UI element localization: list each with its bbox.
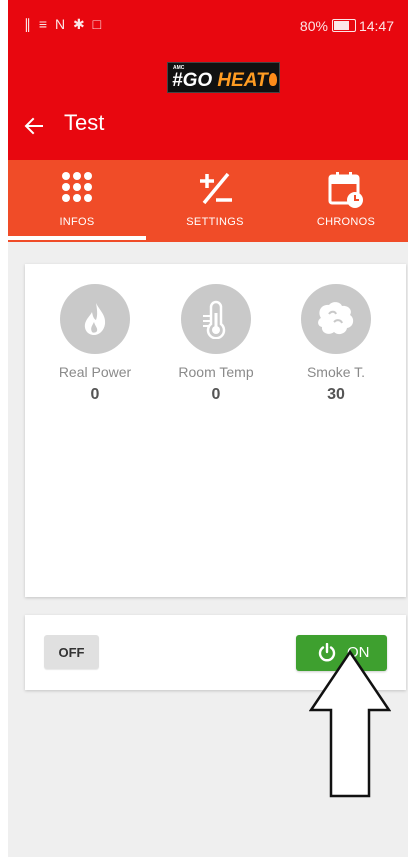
metric-label: Room Temp [178, 364, 254, 380]
plus-minus-icon [200, 172, 232, 205]
up-arrow-annotation [309, 650, 391, 798]
metric-real-power: Real Power 0 [35, 284, 155, 404]
tab-settings-label: SETTINGS [186, 216, 244, 228]
status-right: 80% 14:47 [300, 18, 394, 34]
app-screen: ∥ ≡ N ✱ □ 80% 14:47 AMC #GO HEAT Test INF… [8, 0, 408, 857]
brand-logo: AMC #GO HEAT [167, 62, 280, 93]
toolbar: Test [8, 106, 408, 152]
logo-text-prefix: #GO [172, 70, 218, 91]
metric-circle [301, 284, 371, 354]
battery-percent: 80% [299, 18, 328, 34]
metric-label: Real Power [58, 364, 132, 380]
logo-flame-icon [268, 73, 277, 86]
logo-text: #GO HEAT [172, 71, 277, 91]
metric-label: Smoke T. [306, 364, 366, 380]
metric-smoke-temp: Smoke T. 30 [276, 284, 396, 404]
app-header: ∥ ≡ N ✱ □ 80% 14:47 AMC #GO HEAT Test [8, 0, 408, 160]
tab-infos-label: INFOS [59, 216, 95, 228]
tab-chronos[interactable]: CHRONOS [284, 160, 408, 242]
back-arrow-icon[interactable] [22, 114, 46, 138]
metric-value: 30 [327, 386, 345, 403]
grid-dots-icon [62, 172, 92, 202]
metric-room-temp: Room Temp 0 [156, 284, 276, 404]
status-time: 14:47 [358, 18, 394, 34]
calendar-clock-icon [328, 172, 363, 208]
metric-circle [181, 284, 251, 354]
smoke-icon [318, 302, 354, 335]
tab-infos[interactable]: INFOS [8, 160, 146, 242]
status-icons: ∥ ≡ N ✱ □ [24, 16, 104, 32]
thermometer-icon [203, 300, 226, 339]
metric-value: 0 [211, 386, 221, 403]
page-title: Test [64, 110, 105, 135]
tab-bar: INFOS SETTINGS CHRONOS [8, 160, 408, 242]
tab-settings[interactable]: SETTINGS [146, 160, 284, 242]
status-bar: ∥ ≡ N ✱ □ 80% 14:47 [8, 0, 408, 56]
metric-circle [60, 284, 130, 354]
tab-chronos-label: CHRONOS [316, 216, 376, 228]
logo-text-accent: HEAT [217, 70, 268, 91]
battery-icon [331, 19, 356, 32]
info-card: Real Power 0 Room Temp 0 Smoke T. 30 [25, 264, 406, 597]
metric-value: 0 [90, 386, 100, 403]
off-button[interactable]: OFF [44, 635, 99, 669]
flame-icon [84, 303, 106, 335]
tab-active-indicator [8, 236, 146, 240]
